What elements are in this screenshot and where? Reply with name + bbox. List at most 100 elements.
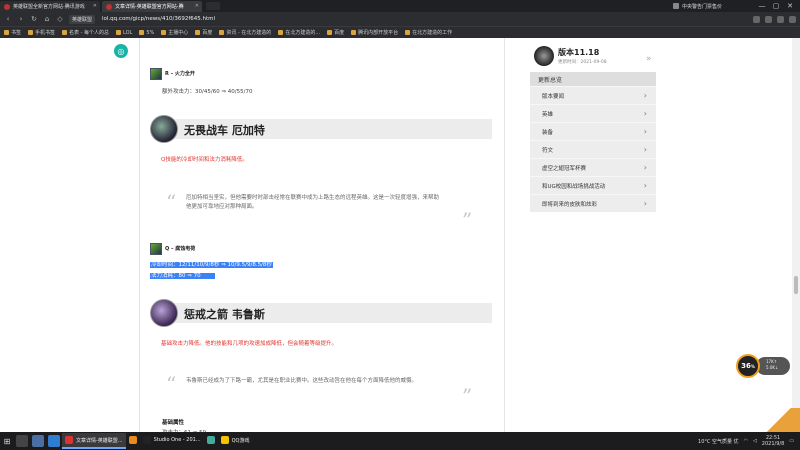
task-view-icon[interactable] <box>32 435 44 447</box>
browser-tab-2[interactable]: 文章详情-英雄联盟官方网站-腾 ✕ <box>102 1 202 12</box>
tabbar-right: 中央警告门票售价 — ▢ ✕ <box>672 2 800 10</box>
bookmark-item[interactable]: 5% <box>139 30 154 36</box>
bookmark-item[interactable]: 书签 <box>4 29 21 36</box>
tab-favicon-icon <box>4 3 10 10</box>
corner-ribbon[interactable] <box>758 408 800 432</box>
champion-title: 惩戒之箭 韦鲁斯 <box>184 308 265 321</box>
toc-item[interactable]: 符文 › <box>530 140 656 158</box>
bookmark-label: 腾讯内部开放平台 <box>358 30 399 36</box>
patch-avatar <box>534 46 554 66</box>
bookmark-icon <box>4 30 9 35</box>
extension-icon[interactable] <box>753 15 760 23</box>
clock[interactable]: 22:51 2021/9/8 <box>762 435 784 447</box>
hot-search[interactable]: 中央警告门票售价 <box>672 3 722 10</box>
notification-icon[interactable]: ▭ <box>789 438 794 444</box>
bookmark-item[interactable]: LOL <box>116 30 132 36</box>
taskbar-app[interactable] <box>126 433 140 449</box>
table-of-contents: 更新总览 版本要闻 › 英雄 › 装备 › 符文 › 虚空之翅冠军杯赛 › 和UG校园和战场挑战活动… <box>530 72 656 212</box>
bookmark-item[interactable]: 名表 - 每个人的总 <box>62 29 109 36</box>
toc-item[interactable]: 英雄 › <box>530 104 656 122</box>
tab-favicon-icon <box>106 3 112 10</box>
forward-icon[interactable]: › <box>17 15 25 23</box>
refresh-icon[interactable]: ↻ <box>30 15 38 23</box>
selected-text: 法力消耗：80 ⇒ 70 <box>150 273 215 279</box>
close-icon[interactable]: ✕ <box>195 3 199 9</box>
patch-card[interactable]: 版本11.18 更新时间：2021-09-08 <box>534 44 656 68</box>
shield-icon[interactable]: ◇ <box>56 15 64 23</box>
chevron-right-icon: › <box>643 181 647 190</box>
toc-item[interactable]: 虚空之翅冠军杯赛 › <box>530 158 656 176</box>
bookmark-item[interactable]: 在北方建造的... <box>278 29 320 36</box>
taskbar-app[interactable]: QQ游戏 <box>218 433 253 449</box>
bookmark-label: 手机书签 <box>35 30 56 36</box>
site-tag[interactable]: 英雄联盟 <box>69 14 96 24</box>
download-speed: 5.0K↓ <box>766 365 779 370</box>
search-icon[interactable] <box>16 435 28 447</box>
ability-stat: 额外攻击力：30/45/60 ⇒ 40/55/70 <box>162 89 253 95</box>
toc-item[interactable]: 版本要闻 › <box>530 86 656 104</box>
bookmark-item[interactable]: 主播中心 <box>161 29 188 36</box>
close-icon[interactable]: ✕ <box>93 3 97 9</box>
bookmark-icon <box>62 30 68 35</box>
toc-item[interactable]: 装备 › <box>530 122 656 140</box>
game-icon[interactable] <box>765 15 772 23</box>
speed-pill: 17K↑ 5.0K↓ <box>756 357 790 375</box>
taskbar-app[interactable] <box>204 433 218 449</box>
back-icon[interactable]: ‹ <box>4 15 12 23</box>
quote-text: 韦鲁斯已经成为了下路一霸，尤其是在职业比赛中。这些改动旨在他在每个方面降低他的威… <box>186 378 418 384</box>
share-icon[interactable]: ◎ <box>114 44 128 58</box>
champion-header: 无畏战车 厄加特 <box>150 115 492 143</box>
patch-title: 版本11.18 <box>558 48 600 57</box>
volume-icon[interactable]: ◁ <box>753 438 757 444</box>
taskbar: ⊞ 文章详情-英雄联盟... Studio One - 201... QQ游戏 10… <box>0 432 800 450</box>
maximize-icon[interactable]: ▢ <box>772 2 780 10</box>
champion-title: 无畏战车 厄加特 <box>184 124 265 137</box>
url-field[interactable]: lol.qq.com/gicp/news/410/3692f645.html <box>102 16 215 22</box>
bookmark-label: 在北方建造的工作 <box>412 30 453 36</box>
minimize-icon[interactable]: — <box>758 2 766 10</box>
bookmark-item[interactable]: 资讯 - 在北方建造的 <box>219 29 271 36</box>
champion-avatar <box>150 299 178 327</box>
chevron-right-icon: › <box>643 109 647 118</box>
scrollbar-track[interactable] <box>792 38 800 432</box>
home-icon[interactable]: ⌂ <box>43 15 51 23</box>
champion-avatar <box>150 115 178 143</box>
taskbar-app[interactable]: 文章详情-英雄联盟... <box>62 433 126 449</box>
bookmark-item[interactable]: 手机书签 <box>28 29 55 36</box>
ability-header: Q – 腐蚀电荷 <box>150 243 195 255</box>
ability-stat: 冷却时间：12/11/10/9/8秒 ⇒ 10/9.5/9/8.5/8秒 <box>150 260 273 268</box>
clock-date: 2021/9/8 <box>761 441 785 447</box>
bookmark-label: 百度 <box>334 30 345 36</box>
bookmark-icon <box>327 30 333 35</box>
hot-search-text: 中央警告门票售价 <box>681 3 722 10</box>
browser-tab-1[interactable]: 英雄联盟全新官方网站-腾讯游戏 ✕ <box>0 1 100 12</box>
bookmark-item[interactable]: 在北方建造的工作 <box>405 29 452 36</box>
address-bar: ‹ › ↻ ⌂ ◇ 英雄联盟 lol.qq.com/gicp/news/410/… <box>0 12 800 26</box>
bookmark-label: 名表 - 每个人的总 <box>69 30 110 36</box>
double-chevron-right-icon[interactable]: » <box>646 54 652 64</box>
menu-icon[interactable] <box>789 15 796 23</box>
scrollbar-thumb[interactable] <box>794 276 798 294</box>
ability-name: Q – 腐蚀电荷 <box>165 246 196 252</box>
selected-text: 冷却时间：12/11/10/9/8秒 ⇒ 10/9.5/9/8.5/8秒 <box>150 262 273 268</box>
toc-item-label: 版本要闻 <box>542 93 565 100</box>
close-window-icon[interactable]: ✕ <box>786 2 794 10</box>
app-icon <box>220 436 229 444</box>
new-tab-button[interactable] <box>206 2 220 10</box>
edge-icon[interactable] <box>48 435 60 447</box>
bookmark-label: LOL <box>123 29 133 36</box>
bookmark-item[interactable]: 百度 <box>195 29 212 36</box>
toc-item[interactable]: 即将到来的皮肤和炫彩 › <box>530 194 656 212</box>
taskbar-app[interactable]: Studio One - 201... <box>140 433 204 449</box>
weather-text[interactable]: 10°C 空气质量 优 <box>698 438 739 445</box>
network-widget[interactable]: 17K↑ 5.0K↓ 36% <box>736 354 790 378</box>
windows-start-icon[interactable]: ⊞ <box>0 432 14 450</box>
bookmark-item[interactable]: 腾讯内部开放平台 <box>351 29 398 36</box>
wifi-icon[interactable]: ◠ <box>744 438 748 444</box>
quote-block: “ 厄加特相当坚实，但他需要时时部击经常在联赛中成为上路生态的远程英雄。这是一次… <box>166 192 478 232</box>
download-icon[interactable] <box>777 15 784 23</box>
quote-block: “ 韦鲁斯已经成为了下路一霸，尤其是在职业比赛中。这些改动旨在他在每个方面降低他… <box>166 374 478 408</box>
toc-item[interactable]: 和UG校园和战场挑战活动 › <box>530 176 656 194</box>
bookmark-item[interactable]: 百度 <box>327 29 344 36</box>
toc-item-label: 英雄 <box>542 111 554 118</box>
